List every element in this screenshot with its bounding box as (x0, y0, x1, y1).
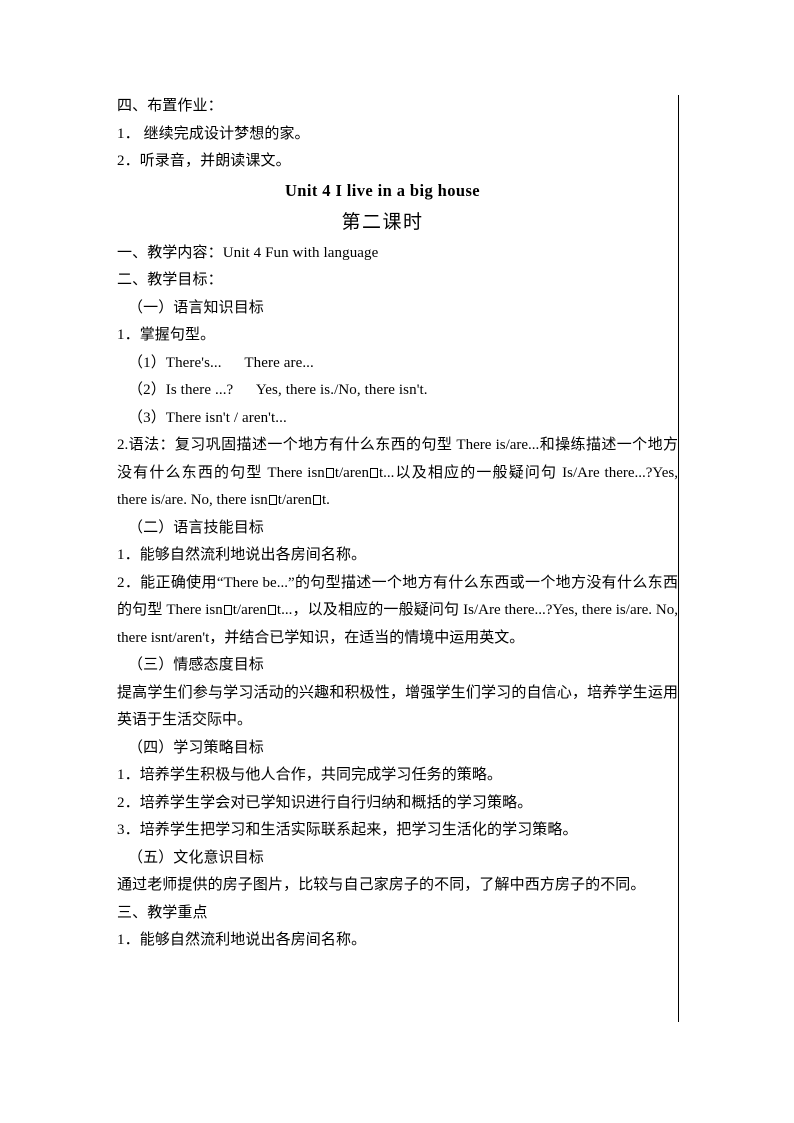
goal-1-heading: （一）语言知识目标 (128, 299, 264, 316)
homework-item-1: 1． 继续完成设计梦想的家。 (117, 125, 310, 142)
document-page: 四、布置作业： 1． 继续完成设计梦想的家。 2．听录音，并朗读课文。 Unit… (0, 0, 794, 1123)
missing-glyph-box-icon (268, 495, 277, 505)
missing-glyph-box-icon (267, 605, 276, 615)
right-margin-rule (678, 95, 679, 1022)
homework-heading: 四、布置作业： (117, 98, 223, 114)
grammar-paragraph: 2.语法：复习巩固描述一个地方有什么东西的句型 There is/are...和… (117, 432, 678, 515)
grammar-text-b: t/aren (334, 464, 369, 481)
goal-3-body: 提高学生们参与学习活动的兴趣和积极性，增强学生们学习的自信心，培养学生运用英语于… (117, 684, 678, 729)
goal-4-heading: （四）学习策略目标 (128, 739, 264, 756)
teaching-content: 一、教学内容：Unit 4 Fun with language (117, 244, 379, 261)
goal-2-item-1: 1．能够自然流利地说出各房间名称。 (117, 547, 367, 563)
goal-5-heading: （五）文化意识目标 (128, 849, 264, 866)
goal-4-item-1: 1．培养学生积极与他人合作，共同完成学习任务的策略。 (117, 767, 503, 783)
goal-2-text-b: t/aren (232, 602, 267, 618)
document-body: 四、布置作业： 1． 继续完成设计梦想的家。 2．听录音，并朗读课文。 Unit… (117, 93, 678, 955)
missing-glyph-box-icon (312, 495, 321, 505)
missing-glyph-box-icon (223, 605, 232, 615)
grammar-text-e: t. (321, 492, 330, 508)
goal-1-item-1: 1．掌握句型。 (117, 327, 216, 343)
goal-1-sentence-2: （2）Is there ...? Yes, there is./No, ther… (128, 382, 428, 398)
goal-3-heading: （三）情感态度目标 (128, 657, 264, 673)
unit-title: Unit 4 I live in a big house (284, 180, 481, 200)
grammar-text-d: t/aren (277, 492, 312, 508)
goal-1-sentence-3: （3）There isn't / aren't... (128, 409, 287, 426)
goal-4-item-3: 3．培养学生把学习和生活实际联系起来，把学习生活化的学习策略。 (117, 822, 578, 838)
goal-2-heading: （二）语言技能目标 (128, 519, 264, 536)
goal-4-item-2: 2．培养学生学会对已学知识进行自行归纳和概括的学习策略。 (117, 794, 533, 811)
lesson-title: 第二课时 (341, 211, 424, 233)
goal-2-item-2: 2．能正确使用“There be...”的句型描述一个地方有什么东西或一个地方没… (117, 570, 678, 653)
missing-glyph-box-icon (369, 467, 378, 478)
teaching-goals-heading: 二、教学目标： (117, 272, 223, 288)
missing-glyph-box-icon (325, 467, 334, 478)
key-points-item-1: 1．能够自然流利地说出各房间名称。 (117, 932, 367, 948)
goal-1-sentence-1: （1）There's... There are... (128, 354, 314, 371)
key-points-heading: 三、教学重点 (117, 904, 208, 921)
goal-5-body: 通过老师提供的房子图片，比较与自己家房子的不同，了解中西方房子的不同。 (117, 877, 646, 893)
homework-item-2: 2．听录音，并朗读课文。 (117, 153, 291, 169)
